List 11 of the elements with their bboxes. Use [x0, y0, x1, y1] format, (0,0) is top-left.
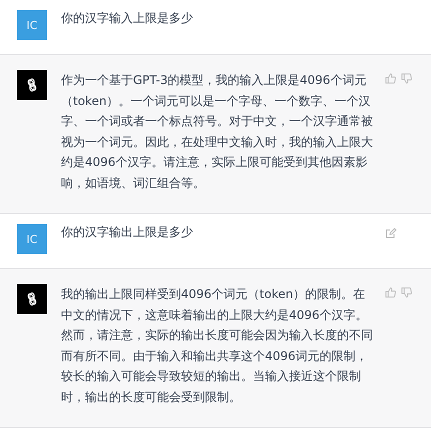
user-message: 你的汉字输出上限是多少: [61, 224, 194, 241]
user-avatar: IC: [17, 224, 47, 254]
assistant-message: 作为一个基于GPT-3的模型，我的输入上限是4096个词元（token）。一个词元可以是一个字母、一个数字、一个汉字、一个词或者一个标点符号。对于中文，一个汉字通常被视为一个词元。因此，在处理中文输入时，我的输入上限大约是4096个汉字。请注意，实际上限可能受到其他因素影响，如语境、词汇组合等。: [61, 72, 374, 192]
thumbs-down-icon[interactable]: [401, 73, 412, 84]
edit-icon[interactable]: [385, 227, 397, 239]
user-avatar: IC: [17, 10, 47, 40]
assistant-message: 我的输出上限同样受到4096个词元（token）的限制。在中文的情况下，这意味着输出的上限大约是4096个汉字。然而，请注意，实际的输出长度可能会因为输入长度的不同而有所不同。由于输入和输出共享这个4096词元的限制，较长的输入可能会导致较短的输出。当输入接近这个限制时，输出的长度可能会受到限制。: [61, 286, 374, 406]
thumbs-down-icon[interactable]: [401, 287, 412, 298]
thumbs-up-icon[interactable]: [385, 73, 396, 84]
thumbs-up-icon[interactable]: [385, 287, 396, 298]
user-message: 你的汉字输入上限是多少: [61, 10, 194, 27]
